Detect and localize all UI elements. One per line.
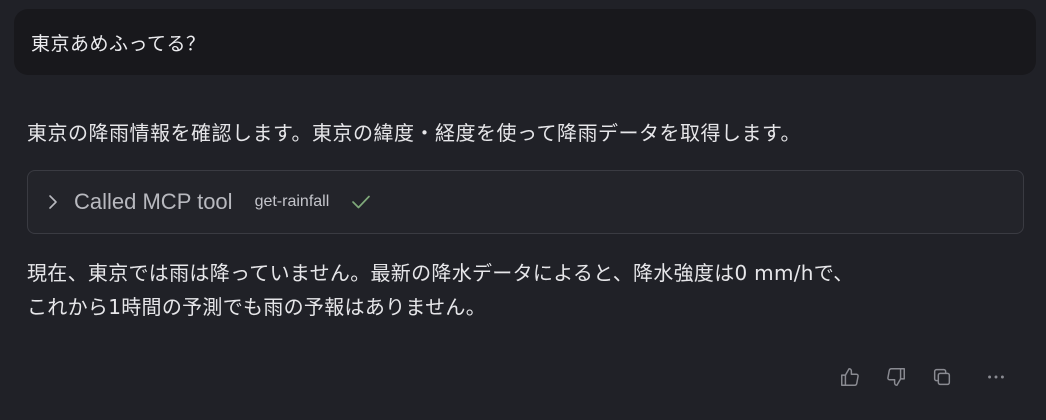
answer-line: 現在、東京では雨は降っていません。最新の降水データによると、降水強度は0 mm/…	[27, 261, 854, 285]
tool-name: get-rainfall	[254, 193, 330, 210]
message-actions	[836, 363, 1010, 391]
more-icon[interactable]	[982, 363, 1010, 391]
check-icon	[351, 194, 371, 210]
chevron-right-icon[interactable]	[46, 192, 60, 212]
assistant-answer: 現在、東京では雨は降っていません。最新の降水データによると、降水強度は0 mm/…	[27, 256, 854, 324]
user-message-text: 東京あめふってる？	[31, 32, 206, 55]
answer-line: これから1時間の予測でも雨の予報はありません。	[27, 295, 487, 319]
tool-call-collapsible[interactable]: Called MCP tool get-rainfall	[27, 170, 1024, 234]
user-message-bubble: 東京あめふってる？	[14, 9, 1036, 75]
tool-call-label: Called MCP tool	[74, 189, 233, 214]
chat-page: 東京あめふってる？ 東京の降雨情報を確認します。東京の緯度・経度を使って降雨デー…	[0, 0, 1046, 420]
thumbs-up-icon[interactable]	[836, 363, 864, 391]
thumbs-down-icon[interactable]	[882, 363, 910, 391]
assistant-intro-text: 東京の降雨情報を確認します。東京の緯度・経度を使って降雨データを取得します。	[27, 121, 801, 145]
copy-icon[interactable]	[928, 363, 956, 391]
